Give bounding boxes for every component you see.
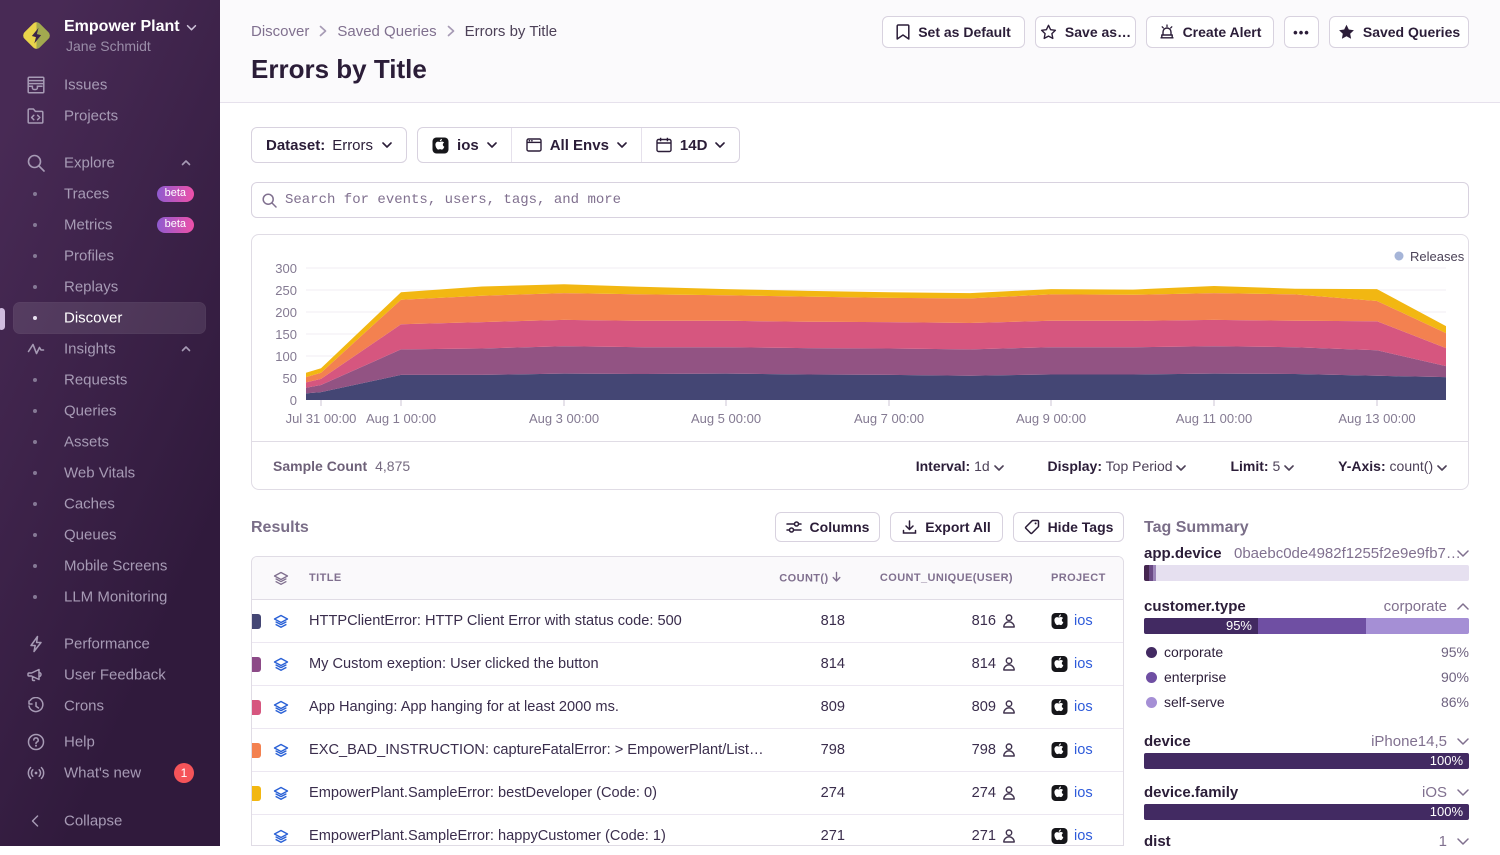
svg-text:50: 50 bbox=[283, 371, 297, 386]
svg-text:Aug 7 00:00: Aug 7 00:00 bbox=[854, 411, 924, 426]
svg-text:Aug 9 00:00: Aug 9 00:00 bbox=[1016, 411, 1086, 426]
svg-text:Aug 13 00:00: Aug 13 00:00 bbox=[1338, 411, 1415, 426]
svg-text:Aug 5 00:00: Aug 5 00:00 bbox=[691, 411, 761, 426]
svg-text:150: 150 bbox=[275, 327, 297, 342]
svg-text:Jul 31 00:00: Jul 31 00:00 bbox=[286, 411, 357, 426]
svg-text:300: 300 bbox=[275, 261, 297, 276]
svg-text:Aug 11 00:00: Aug 11 00:00 bbox=[1176, 411, 1252, 426]
svg-text:250: 250 bbox=[275, 283, 297, 298]
svg-text:0: 0 bbox=[290, 393, 297, 408]
svg-text:Releases: Releases bbox=[1410, 249, 1465, 264]
svg-text:Aug 3 00:00: Aug 3 00:00 bbox=[529, 411, 599, 426]
svg-text:100: 100 bbox=[275, 349, 297, 364]
svg-text:Aug 1 00:00: Aug 1 00:00 bbox=[366, 411, 436, 426]
svg-text:200: 200 bbox=[275, 305, 297, 320]
